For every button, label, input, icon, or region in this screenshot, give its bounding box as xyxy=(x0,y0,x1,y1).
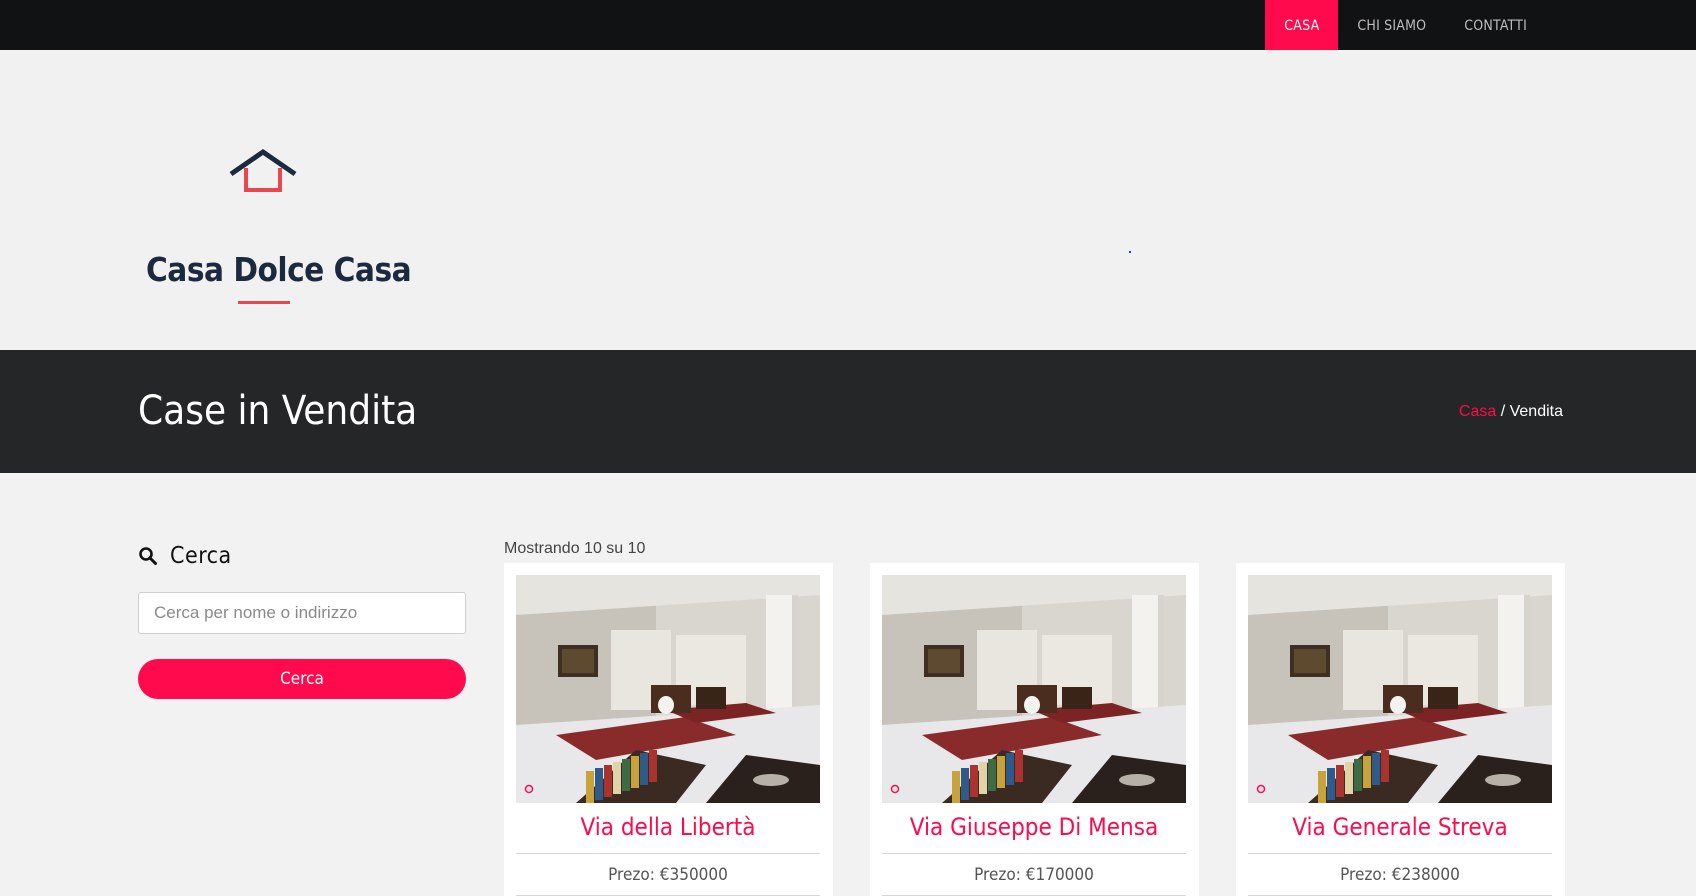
property-photo[interactable] xyxy=(882,575,1186,803)
property-title[interactable]: Via Generale Streva xyxy=(1248,813,1552,841)
property-card: Via della Libertà Prezo: €350000 xyxy=(504,563,833,896)
divider xyxy=(882,853,1186,854)
property-title[interactable]: Via della Libertà xyxy=(516,813,820,841)
search-heading: Cerca xyxy=(138,543,232,569)
logo-underline xyxy=(238,301,290,304)
results-count: Mostrando 10 su 10 xyxy=(504,540,646,557)
nav-item-casa[interactable]: CASA xyxy=(1265,0,1339,50)
property-card: Via Giuseppe Di Mensa Prezo: €170000 xyxy=(870,563,1199,896)
page-title-band: Case in Vendita Casa / Vendita xyxy=(0,350,1696,473)
decorative-dot xyxy=(1129,251,1131,253)
property-price: Prezo: €170000 xyxy=(974,865,1094,885)
divider xyxy=(1248,853,1552,854)
house-roof-icon xyxy=(229,148,297,192)
site-header: Casa Dolce Casa xyxy=(0,50,1696,350)
interior-photo xyxy=(516,575,820,803)
main-menu: CASA CHI SIAMO CONTATTI xyxy=(1265,0,1546,50)
nav-item-contatti[interactable]: CONTATTI xyxy=(1445,0,1546,50)
property-photo[interactable] xyxy=(1248,575,1552,803)
search-button[interactable]: Cerca xyxy=(138,659,466,699)
breadcrumb-separator: / xyxy=(1496,403,1510,420)
search-title: Cerca xyxy=(170,543,232,569)
page-title: Case in Vendita xyxy=(138,388,418,434)
search-icon xyxy=(139,547,157,565)
search-input[interactable] xyxy=(138,592,466,634)
interior-photo xyxy=(1248,575,1552,803)
site-logo[interactable]: Casa Dolce Casa xyxy=(146,142,412,312)
interior-photo xyxy=(882,575,1186,803)
property-price: Prezo: €350000 xyxy=(608,865,728,885)
property-title[interactable]: Via Giuseppe Di Mensa xyxy=(882,813,1186,841)
breadcrumb: Casa / Vendita xyxy=(1459,403,1563,421)
property-card: Via Generale Streva Prezo: €238000 xyxy=(1236,563,1565,896)
property-price: Prezo: €238000 xyxy=(1340,865,1460,885)
divider xyxy=(516,853,820,854)
logo-text: Casa Dolce Casa xyxy=(146,250,412,289)
nav-item-chi-siamo[interactable]: CHI SIAMO xyxy=(1338,0,1445,50)
breadcrumb-home-link[interactable]: Casa xyxy=(1459,403,1496,420)
property-photo[interactable] xyxy=(516,575,820,803)
breadcrumb-current: Vendita xyxy=(1509,403,1563,420)
top-navbar: CASA CHI SIAMO CONTATTI xyxy=(0,0,1696,50)
